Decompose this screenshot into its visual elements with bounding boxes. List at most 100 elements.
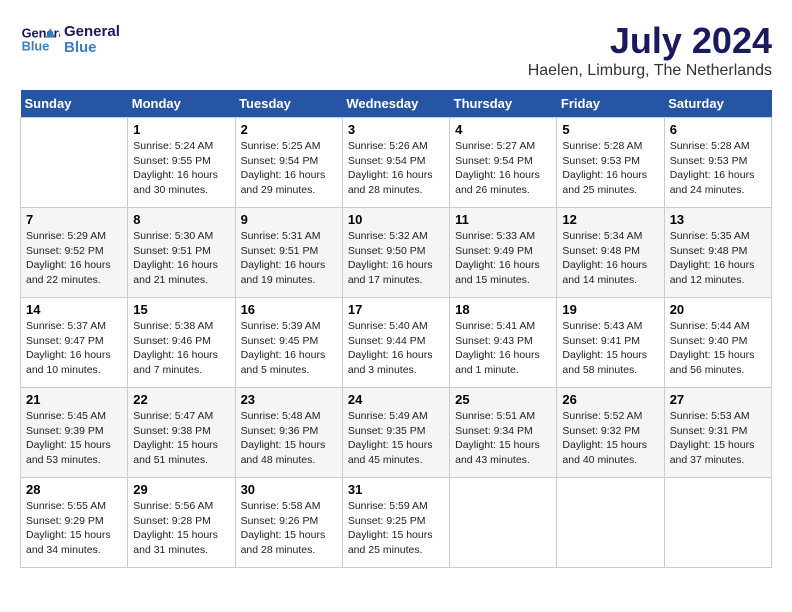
calendar-cell: 24 Sunrise: 5:49 AM Sunset: 9:35 PM Dayli… [342,388,449,478]
day-info: Sunrise: 5:37 AM Sunset: 9:47 PM Dayligh… [26,319,122,378]
day-info: Sunrise: 5:33 AM Sunset: 9:49 PM Dayligh… [455,229,551,288]
day-number: 1 [133,122,229,137]
day-number: 2 [241,122,337,137]
calendar-cell: 31 Sunrise: 5:59 AM Sunset: 9:25 PM Dayli… [342,478,449,568]
day-info: Sunrise: 5:31 AM Sunset: 9:51 PM Dayligh… [241,229,337,288]
day-number: 11 [455,212,551,227]
logo-general: General [64,24,120,41]
day-number: 18 [455,302,551,317]
calendar-cell: 12 Sunrise: 5:34 AM Sunset: 9:48 PM Dayli… [557,208,664,298]
day-info: Sunrise: 5:53 AM Sunset: 9:31 PM Dayligh… [670,409,766,468]
day-number: 17 [348,302,444,317]
calendar-cell: 7Sunrise: 5:29 AM Sunset: 9:52 PM Daylig… [21,208,128,298]
header-saturday: Saturday [664,90,771,118]
day-number: 13 [670,212,766,227]
calendar-cell: 9Sunrise: 5:31 AM Sunset: 9:51 PM Daylig… [235,208,342,298]
day-number: 8 [133,212,229,227]
day-number: 19 [562,302,658,317]
calendar-cell: 14 Sunrise: 5:37 AM Sunset: 9:47 PM Dayli… [21,298,128,388]
page-header: General Blue General Blue July 2024 Hael… [20,20,772,80]
day-number: 29 [133,482,229,497]
day-number: 20 [670,302,766,317]
svg-text:Blue: Blue [22,38,50,53]
day-info: Sunrise: 5:49 AM Sunset: 9:35 PM Dayligh… [348,409,444,468]
day-info: Sunrise: 5:48 AM Sunset: 9:36 PM Dayligh… [241,409,337,468]
calendar-cell: 26 Sunrise: 5:52 AM Sunset: 9:32 PM Dayli… [557,388,664,478]
calendar-table: SundayMondayTuesdayWednesdayThursdayFrid… [20,90,772,568]
calendar-cell: 4 Sunrise: 5:27 AM Sunset: 9:54 PM Daylig… [450,118,557,208]
calendar-cell: 13 Sunrise: 5:35 AM Sunset: 9:48 PM Dayli… [664,208,771,298]
logo: General Blue General Blue [20,20,120,60]
day-info: Sunrise: 5:40 AM Sunset: 9:44 PM Dayligh… [348,319,444,378]
day-number: 27 [670,392,766,407]
day-number: 6 [670,122,766,137]
day-info: Sunrise: 5:34 AM Sunset: 9:48 PM Dayligh… [562,229,658,288]
calendar-body: 1 Sunrise: 5:24 AM Sunset: 9:55 PM Daylig… [21,118,772,568]
day-info: Sunrise: 5:41 AM Sunset: 9:43 PM Dayligh… [455,319,551,378]
month-year-title: July 2024 [528,20,772,62]
calendar-cell: 2Sunrise: 5:25 AM Sunset: 9:54 PM Daylig… [235,118,342,208]
day-number: 28 [26,482,122,497]
header-tuesday: Tuesday [235,90,342,118]
day-info: Sunrise: 5:30 AM Sunset: 9:51 PM Dayligh… [133,229,229,288]
location-subtitle: Haelen, Limburg, The Netherlands [528,62,772,80]
calendar-cell [664,478,771,568]
day-info: Sunrise: 5:56 AM Sunset: 9:28 PM Dayligh… [133,499,229,558]
day-info: Sunrise: 5:52 AM Sunset: 9:32 PM Dayligh… [562,409,658,468]
calendar-cell: 23 Sunrise: 5:48 AM Sunset: 9:36 PM Dayli… [235,388,342,478]
logo-blue: Blue [64,40,120,57]
day-number: 30 [241,482,337,497]
day-number: 22 [133,392,229,407]
calendar-cell: 18 Sunrise: 5:41 AM Sunset: 9:43 PM Dayli… [450,298,557,388]
day-info: Sunrise: 5:44 AM Sunset: 9:40 PM Dayligh… [670,319,766,378]
day-info: Sunrise: 5:29 AM Sunset: 9:52 PM Dayligh… [26,229,122,288]
calendar-cell: 27 Sunrise: 5:53 AM Sunset: 9:31 PM Dayli… [664,388,771,478]
day-number: 4 [455,122,551,137]
calendar-cell [21,118,128,208]
day-info: Sunrise: 5:38 AM Sunset: 9:46 PM Dayligh… [133,319,229,378]
logo-icon: General Blue [20,20,60,60]
day-info: Sunrise: 5:27 AM Sunset: 9:54 PM Dayligh… [455,139,551,198]
calendar-cell: 6 Sunrise: 5:28 AM Sunset: 9:53 PM Daylig… [664,118,771,208]
day-number: 3 [348,122,444,137]
day-number: 26 [562,392,658,407]
day-number: 14 [26,302,122,317]
calendar-cell: 21 Sunrise: 5:45 AM Sunset: 9:39 PM Dayli… [21,388,128,478]
day-info: Sunrise: 5:55 AM Sunset: 9:29 PM Dayligh… [26,499,122,558]
day-number: 15 [133,302,229,317]
day-info: Sunrise: 5:59 AM Sunset: 9:25 PM Dayligh… [348,499,444,558]
day-info: Sunrise: 5:26 AM Sunset: 9:54 PM Dayligh… [348,139,444,198]
header-sunday: Sunday [21,90,128,118]
header-friday: Friday [557,90,664,118]
calendar-cell: 30 Sunrise: 5:58 AM Sunset: 9:26 PM Dayli… [235,478,342,568]
calendar-cell: 15 Sunrise: 5:38 AM Sunset: 9:46 PM Dayli… [128,298,235,388]
header-wednesday: Wednesday [342,90,449,118]
calendar-header: SundayMondayTuesdayWednesdayThursdayFrid… [21,90,772,118]
day-info: Sunrise: 5:43 AM Sunset: 9:41 PM Dayligh… [562,319,658,378]
day-number: 24 [348,392,444,407]
day-info: Sunrise: 5:51 AM Sunset: 9:34 PM Dayligh… [455,409,551,468]
day-number: 5 [562,122,658,137]
day-number: 21 [26,392,122,407]
header-monday: Monday [128,90,235,118]
day-number: 23 [241,392,337,407]
calendar-cell: 10Sunrise: 5:32 AM Sunset: 9:50 PM Dayli… [342,208,449,298]
day-info: Sunrise: 5:45 AM Sunset: 9:39 PM Dayligh… [26,409,122,468]
day-number: 12 [562,212,658,227]
calendar-cell: 3 Sunrise: 5:26 AM Sunset: 9:54 PM Daylig… [342,118,449,208]
title-block: July 2024 Haelen, Limburg, The Netherlan… [528,20,772,80]
day-number: 10 [348,212,444,227]
day-info: Sunrise: 5:28 AM Sunset: 9:53 PM Dayligh… [670,139,766,198]
day-info: Sunrise: 5:58 AM Sunset: 9:26 PM Dayligh… [241,499,337,558]
calendar-cell: 8 Sunrise: 5:30 AM Sunset: 9:51 PM Daylig… [128,208,235,298]
calendar-cell: 28 Sunrise: 5:55 AM Sunset: 9:29 PM Dayli… [21,478,128,568]
day-info: Sunrise: 5:35 AM Sunset: 9:48 PM Dayligh… [670,229,766,288]
day-number: 31 [348,482,444,497]
calendar-cell: 20 Sunrise: 5:44 AM Sunset: 9:40 PM Dayli… [664,298,771,388]
calendar-cell: 25Sunrise: 5:51 AM Sunset: 9:34 PM Dayli… [450,388,557,478]
calendar-cell: 11 Sunrise: 5:33 AM Sunset: 9:49 PM Dayli… [450,208,557,298]
calendar-cell [450,478,557,568]
day-info: Sunrise: 5:39 AM Sunset: 9:45 PM Dayligh… [241,319,337,378]
calendar-cell: 22Sunrise: 5:47 AM Sunset: 9:38 PM Dayli… [128,388,235,478]
day-info: Sunrise: 5:24 AM Sunset: 9:55 PM Dayligh… [133,139,229,198]
